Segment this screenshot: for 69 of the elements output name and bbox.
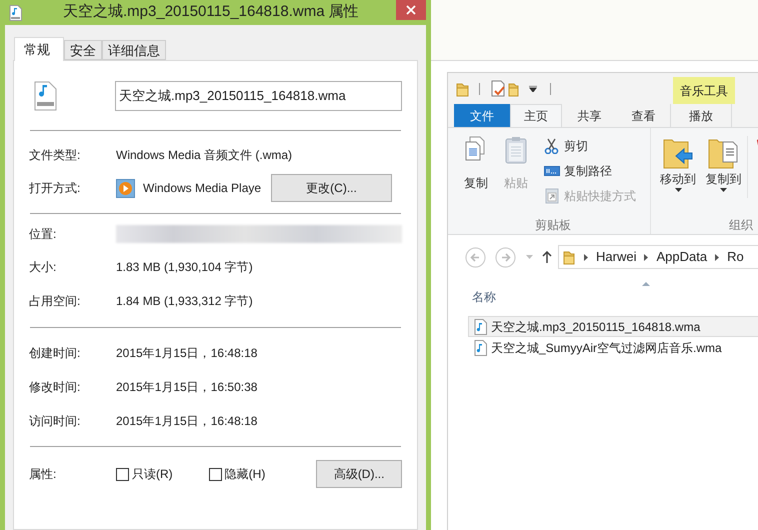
size-value: 1.84 MB (1,933,312 字节) xyxy=(116,293,253,310)
field-label: 位置: xyxy=(29,226,58,243)
clipboard-icon xyxy=(504,136,528,164)
ribbon-button[interactable]: 复制 xyxy=(456,136,496,216)
ribbon-button[interactable]: 剪切 xyxy=(544,136,636,155)
close-button[interactable] xyxy=(396,0,426,20)
caret-icon xyxy=(720,188,727,192)
folder-icon xyxy=(456,80,470,96)
shortcut-icon xyxy=(544,188,560,204)
dropdown-arrow-icon xyxy=(529,86,537,92)
sort-caret-icon xyxy=(642,282,650,286)
ribbon-tab[interactable]: 主页 xyxy=(510,104,562,127)
file-name-field[interactable]: 天空之城.mp3_20150115_164818.wma xyxy=(115,80,402,110)
field-label: 占用空间: xyxy=(29,293,82,310)
breadcrumb[interactable]: AppData xyxy=(656,247,708,267)
forward-icon xyxy=(495,246,516,268)
advanced-button[interactable]: 高级(D)... xyxy=(316,460,402,488)
window-title: 天空之城.mp3_20150115_164818.wma 属性 xyxy=(63,2,359,22)
scissors-icon xyxy=(544,138,560,154)
wma-file-icon xyxy=(33,80,59,110)
contextual-tab-group: 音乐工具 xyxy=(673,77,735,104)
dialog-tab[interactable]: 安全 xyxy=(64,40,102,60)
field-label: 创建时间: xyxy=(29,345,82,362)
chevron-icon xyxy=(715,254,720,260)
field-label: 大小: xyxy=(29,259,58,276)
file-row[interactable]: 天空之城_SumyyAir空气过滤网店音乐.wma xyxy=(468,337,758,358)
dropdown-arrow-icon xyxy=(526,255,533,259)
app-name: Windows Media Playe xyxy=(143,180,262,197)
ribbon-tab[interactable]: 查看 xyxy=(617,104,670,127)
ribbon-tab[interactable]: 文件 xyxy=(454,104,510,127)
document-check-icon xyxy=(491,80,505,97)
field-label: 访问时间: xyxy=(29,413,82,430)
music-file-icon xyxy=(474,318,487,334)
date-value: 2015年1月15日，16:50:38 xyxy=(116,379,258,396)
date-value: 2015年1月15日，16:48:18 xyxy=(116,413,258,430)
file-row[interactable]: 天空之城.mp3_20150115_164818.wma xyxy=(468,316,758,337)
address-bar[interactable]: Harwei AppData Ro xyxy=(558,245,758,269)
column-header[interactable]: 名称 xyxy=(472,288,496,306)
ribbon-button[interactable]: 移动到 xyxy=(657,136,700,192)
dialog-tab[interactable]: 常规 xyxy=(14,37,64,61)
ribbon-button[interactable]: 复制到 xyxy=(702,136,744,192)
field-label: 文件类型: xyxy=(29,147,82,164)
back-icon xyxy=(465,246,486,268)
field-label: 属性: xyxy=(29,466,58,483)
file-type-value: Windows Media 音频文件 (.wma) xyxy=(116,147,292,164)
chevron-icon xyxy=(584,254,588,260)
field-label: 打开方式: xyxy=(29,180,82,197)
breadcrumb[interactable]: Ro xyxy=(727,247,744,267)
music-file-icon xyxy=(474,340,487,356)
dialog-tab[interactable]: 详细信息 xyxy=(102,40,166,60)
media-player-icon xyxy=(116,178,135,198)
caret-icon xyxy=(674,188,682,192)
date-value: 2015年1月15日，16:48:18 xyxy=(116,345,258,362)
up-arrow-icon xyxy=(542,251,552,263)
change-button[interactable]: 更改(C)... xyxy=(271,174,392,202)
field-label: 修改时间: xyxy=(29,379,82,396)
ribbon-button[interactable]: 复制路径 xyxy=(544,161,636,180)
checkbox[interactable]: 只读(R) xyxy=(116,465,209,483)
folder-icon xyxy=(563,249,576,265)
close-icon xyxy=(406,5,416,15)
chevron-icon xyxy=(644,254,648,260)
size-value: 1.83 MB (1,930,104 字节) xyxy=(116,259,253,276)
checkbox[interactable]: 隐藏(H) xyxy=(208,465,316,483)
group-label: 剪贴板 xyxy=(534,217,572,234)
wma-file-icon xyxy=(9,4,23,20)
breadcrumb[interactable]: Harwei xyxy=(596,247,636,267)
group-label: 组织 xyxy=(728,217,754,234)
folder-icon xyxy=(508,80,520,96)
ribbon-tab[interactable]: 共享 xyxy=(562,104,617,127)
